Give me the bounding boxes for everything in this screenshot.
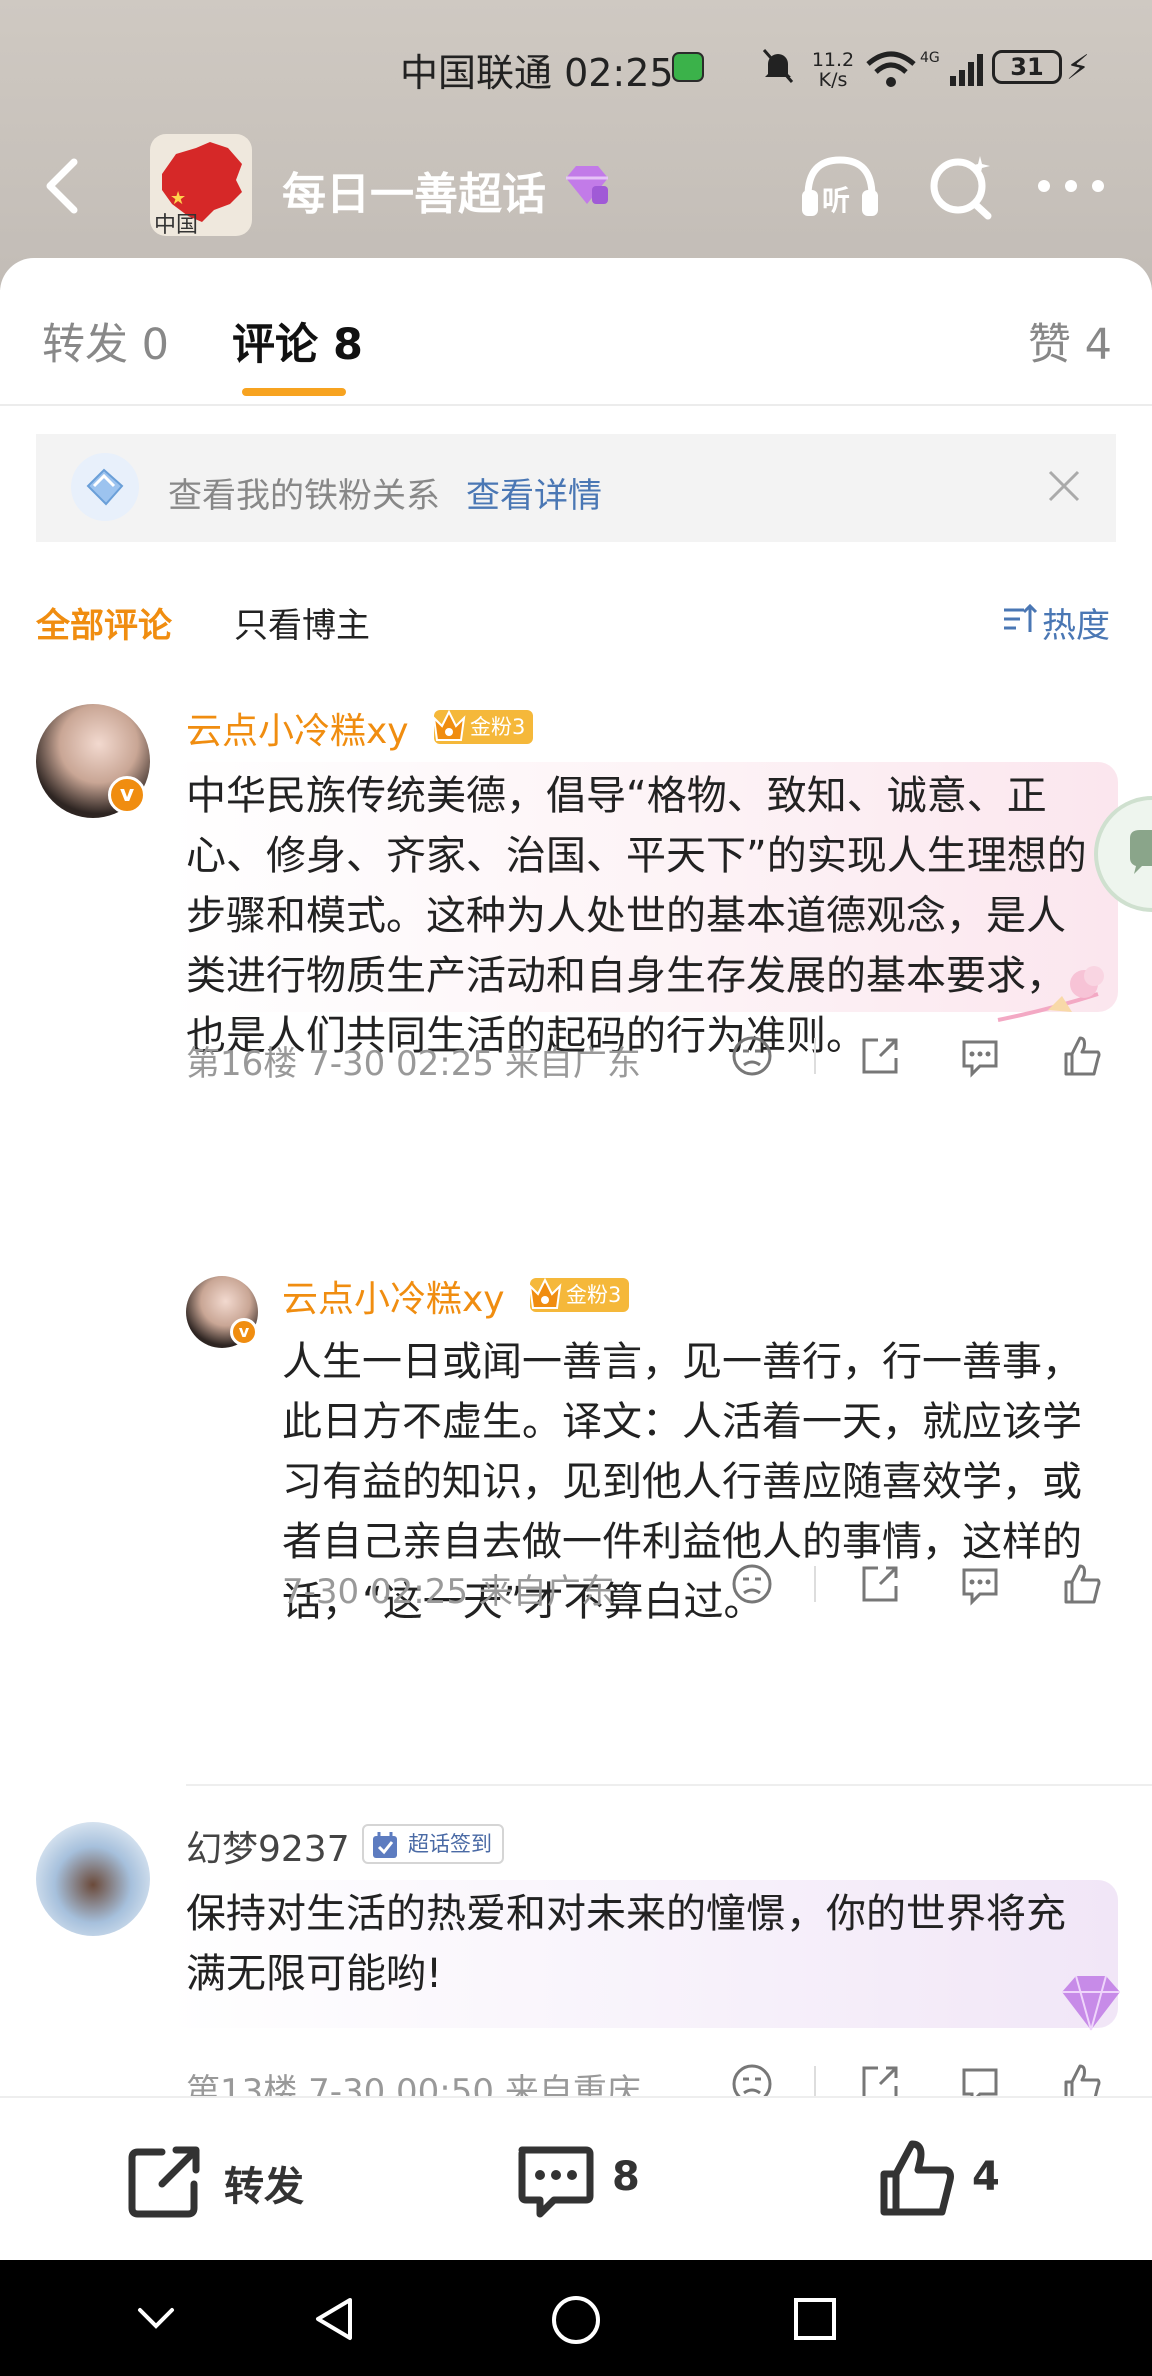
share-icon[interactable] — [858, 2062, 902, 2098]
wifi-icon — [866, 51, 916, 87]
svg-text:★: ★ — [170, 188, 186, 209]
like-count[interactable]: 4 — [972, 2154, 1000, 2200]
like-icon[interactable] — [876, 2138, 956, 2218]
bottom-action-bar: 转发 8 4 — [0, 2096, 1152, 2260]
back-nav-icon[interactable] — [312, 2294, 356, 2344]
iron-fan-banner[interactable]: 查看我的铁粉关系 查看详情 — [36, 434, 1116, 542]
avatar-text: 中国 — [154, 213, 198, 236]
group-avatar[interactable]: ★ 中国 — [150, 134, 252, 236]
action-divider — [814, 2066, 816, 2098]
flower-decoration-icon — [997, 966, 1104, 1022]
avatar[interactable] — [36, 1822, 150, 1936]
action-divider — [814, 1038, 816, 1074]
verified-badge-icon: v — [230, 1318, 258, 1346]
sort-label[interactable]: 热度 — [1042, 598, 1110, 647]
like-icon[interactable] — [1060, 1562, 1104, 1606]
comment-meta: 第13楼 7-30 00:50 来自重庆 — [186, 2072, 641, 2098]
charging-icon: ⚡ — [1066, 48, 1090, 88]
tab-comments[interactable]: 评论 8 — [232, 310, 363, 372]
comment-text[interactable]: 保持对生活的热爱和对未来的憧憬，你的世界将充满无限可能哟! — [186, 1884, 1096, 2004]
dislike-face-icon[interactable] — [730, 1562, 774, 1606]
comment-count[interactable]: 8 — [612, 2154, 640, 2200]
dislike-face-icon[interactable] — [730, 1034, 774, 1078]
comment-meta: 第16楼 7-30 02:25 来自广东 — [186, 1044, 641, 1084]
dislike-face-icon[interactable] — [730, 2062, 774, 2098]
share-icon[interactable] — [858, 1562, 902, 1606]
header: 中国联通 02:25 11.2 K/s 4G 31 ⚡ ★ 中国 每日一善超话 … — [0, 0, 1152, 290]
comment-username[interactable]: 幻梦9237 — [186, 1820, 350, 1872]
gem-decoration-icon — [1062, 1975, 1120, 2031]
net-speed-value: 11.2 — [811, 49, 855, 71]
reply-icon[interactable] — [958, 1562, 1002, 1606]
tabs-divider — [0, 404, 1152, 406]
net-speed: 11.2 K/s — [808, 50, 858, 90]
filter-author-only[interactable]: 只看博主 — [234, 598, 370, 647]
reply-icon[interactable] — [958, 1034, 1002, 1078]
active-tab-indicator — [242, 388, 346, 396]
super-topic-checkin-badge: 超话签到 — [362, 1824, 504, 1864]
china-map-icon: ★ 中国 — [154, 142, 242, 236]
fan-level-text: 金粉3 — [566, 1283, 622, 1307]
sort-icon[interactable] — [1000, 602, 1038, 636]
listen-icon[interactable]: 听 — [798, 152, 882, 222]
system-navigation-bar — [0, 2260, 1152, 2376]
floating-chat-icon[interactable] — [1084, 794, 1152, 914]
home-nav-icon[interactable] — [550, 2294, 602, 2346]
mute-icon — [762, 49, 794, 83]
checkin-text: 超话签到 — [408, 1832, 492, 1856]
repost-icon[interactable] — [126, 2140, 206, 2220]
search-icon[interactable] — [928, 152, 996, 222]
fan-relation-text: 查看我的铁粉关系 — [168, 476, 440, 516]
comment-text[interactable]: 中华民族传统美德，倡导“格物、致知、诚意、正心、修身、齐家、治国、平天下”的实现… — [186, 766, 1096, 1066]
close-icon[interactable] — [1046, 468, 1082, 504]
view-details-link[interactable]: 查看详情 — [466, 468, 602, 517]
filter-all-comments[interactable]: 全部评论 — [36, 598, 172, 647]
fan-level-badge: 金粉3 — [528, 1277, 630, 1312]
nav-bar: ★ 中国 每日一善超话 听 — [0, 134, 1152, 238]
share-icon[interactable] — [858, 1034, 902, 1078]
carrier-time: 中国联通 02:25 — [400, 51, 674, 95]
recents-nav-icon[interactable] — [792, 2296, 838, 2342]
verified-badge-icon: v — [108, 776, 146, 814]
tab-likes[interactable]: 赞 4 — [1028, 310, 1112, 372]
crown-icon — [528, 1277, 562, 1309]
svg-text:听: 听 — [822, 184, 850, 217]
reply-icon[interactable] — [958, 2062, 1002, 2098]
battery-icon: 31 — [992, 50, 1062, 84]
comment-username[interactable]: 云点小冷糕xy — [186, 702, 409, 754]
like-icon[interactable] — [1060, 1034, 1104, 1078]
like-icon[interactable] — [1060, 2062, 1104, 2098]
comment-divider — [186, 1784, 1152, 1786]
page-title[interactable]: 每日一善超话 — [282, 158, 546, 222]
calendar-check-icon — [373, 1832, 397, 1858]
hide-keyboard-icon[interactable] — [134, 2300, 178, 2336]
tab-repost[interactable]: 转发 0 — [42, 310, 169, 372]
status-icons: 11.2 K/s 4G 31 ⚡ — [760, 44, 1090, 94]
status-bar: 中国联通 02:25 11.2 K/s 4G 31 ⚡ — [0, 40, 1152, 96]
wechat-notification-icon — [672, 52, 704, 82]
signal-icon: 4G — [920, 50, 983, 86]
crown-icon — [432, 709, 466, 741]
comment-icon[interactable] — [514, 2140, 594, 2220]
fan-level-badge: 金粉3 — [432, 709, 534, 744]
net-speed-unit: K/s — [818, 69, 848, 91]
iron-fan-icon — [71, 453, 139, 521]
comment-sheet: 转发 0 评论 8 赞 4 查看我的铁粉关系 查看详情 全部评论 只看博主 热度… — [0, 258, 1152, 2098]
reply-username[interactable]: 云点小冷糕xy — [282, 1270, 505, 1322]
action-divider — [814, 1566, 816, 1602]
reply-meta: 7-30 02:25 来自广东 — [282, 1572, 615, 1612]
fan-level-text: 金粉3 — [470, 715, 526, 739]
back-icon[interactable] — [38, 156, 88, 216]
svg-text:4G: 4G — [920, 50, 940, 66]
more-icon[interactable] — [1036, 176, 1106, 196]
super-topic-diamond-icon — [566, 166, 608, 204]
repost-button[interactable]: 转发 — [224, 2154, 304, 2212]
